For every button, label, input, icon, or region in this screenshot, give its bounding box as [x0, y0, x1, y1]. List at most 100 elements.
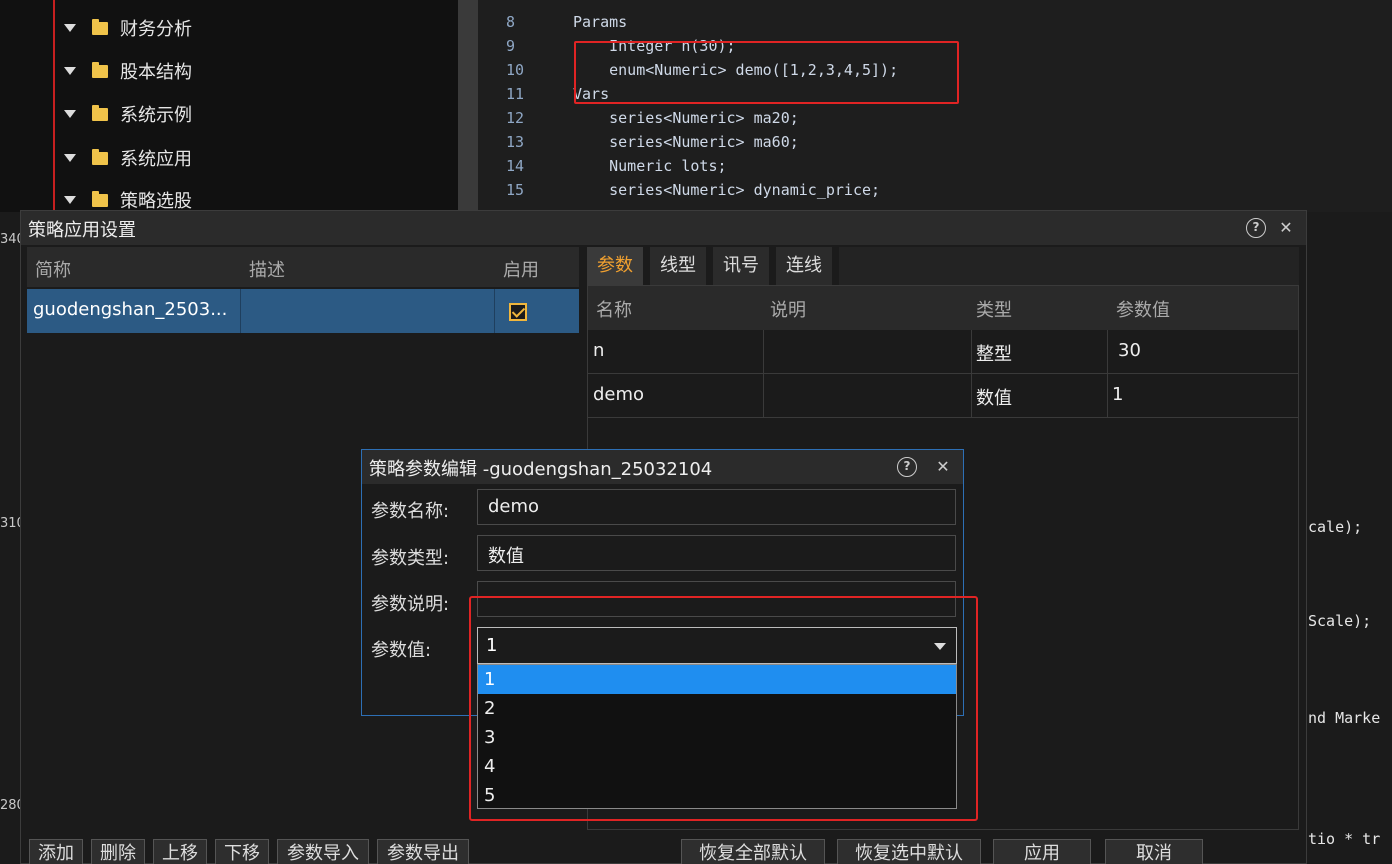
param-type-field[interactable]: 数值: [477, 535, 956, 571]
param-type-value: 数值: [488, 546, 524, 567]
restore-all-defaults-button[interactable]: 恢复全部默认: [681, 839, 825, 864]
cell-type: 数值: [972, 374, 1108, 418]
line-number: 12: [506, 109, 525, 127]
col-desc[interactable]: 描述: [249, 256, 285, 282]
enabled-checkbox[interactable]: [509, 303, 527, 321]
code-fragment: nd Marke: [1308, 709, 1381, 727]
close-icon[interactable]: ✕: [933, 457, 953, 477]
param-value-label: 参数值:: [371, 640, 432, 661]
tab-connections[interactable]: 连线: [776, 247, 832, 285]
expand-arrow-icon[interactable]: [64, 67, 76, 75]
move-down-button[interactable]: 下移: [215, 839, 269, 864]
help-icon[interactable]: ?: [897, 457, 917, 477]
code-text: Numeric lots;: [573, 157, 727, 175]
apply-button[interactable]: 应用: [993, 839, 1091, 864]
params-table-header: 名称 说明 类型 参数值: [588, 286, 1298, 330]
tree-item-finance[interactable]: 财务分析: [64, 8, 192, 48]
dialog-titlebar[interactable]: 策略应用设置 ? ✕: [21, 211, 1306, 245]
param-type: 整型: [976, 344, 1012, 365]
folder-icon: [92, 18, 108, 35]
line-number: 9: [506, 37, 516, 55]
delete-button[interactable]: 删除: [91, 839, 145, 864]
code-text: series<Numeric> ma60;: [573, 133, 799, 151]
dialog-title: 策略应用设置: [28, 220, 136, 241]
line-number: 8: [506, 13, 516, 31]
code-fragment: cale);: [1308, 518, 1363, 536]
move-up-button[interactable]: 上移: [153, 839, 207, 864]
code-editor[interactable]: 8 Params 9 Integer n(30); 10 enum<Numeric…: [478, 0, 1392, 212]
help-icon[interactable]: ?: [1246, 218, 1266, 238]
folder-icon: [92, 148, 108, 165]
tree-item-equity[interactable]: 股本结构: [64, 51, 192, 91]
tree-item-label: 股本结构: [120, 62, 192, 83]
code-fragment: tio * tr: [1308, 830, 1381, 848]
param-type-label: 参数类型:: [371, 548, 450, 569]
line-number: 10: [506, 61, 525, 79]
strategy-row[interactable]: guodengshan_2503...: [27, 289, 579, 333]
tab-bar: 参数 线型 讯号 连线: [587, 247, 1299, 285]
tree-guide-line: [53, 0, 55, 212]
cell-type: 整型: [972, 330, 1108, 374]
cell-value[interactable]: 1: [1108, 374, 1300, 418]
strategy-abbr: guodengshan_2503...: [33, 299, 228, 320]
cancel-button[interactable]: 取消: [1105, 839, 1203, 864]
strategy-tree: 财务分析 股本结构 系统示例 系统应用 策略选股: [0, 0, 458, 212]
folder-icon: [92, 104, 108, 121]
table-row[interactable]: n 整型 30: [588, 330, 1298, 374]
tab-line-style[interactable]: 线型: [650, 247, 706, 285]
col-name[interactable]: 名称: [596, 296, 632, 322]
expand-arrow-icon[interactable]: [64, 154, 76, 162]
panel-splitter[interactable]: [458, 0, 478, 212]
param-name: n: [593, 340, 605, 361]
col-value[interactable]: 参数值: [1116, 296, 1170, 322]
cell-value[interactable]: 30: [1108, 330, 1300, 374]
cell-note: [764, 330, 972, 374]
param-type: 数值: [976, 388, 1012, 409]
expand-arrow-icon[interactable]: [64, 110, 76, 118]
col-note[interactable]: 说明: [770, 296, 806, 322]
cell-name: n: [588, 330, 764, 374]
dialog-title: 策略参数编辑 -guodengshan_25032104: [369, 459, 713, 480]
expand-arrow-icon[interactable]: [64, 196, 76, 204]
cell-name: demo: [588, 374, 764, 418]
export-params-button[interactable]: 参数导出: [377, 839, 469, 864]
cell-desc: [241, 289, 495, 333]
tree-item-apps[interactable]: 系统应用: [64, 138, 192, 178]
table-row[interactable]: demo 数值 1: [588, 374, 1298, 418]
param-desc-label: 参数说明:: [371, 594, 450, 615]
tab-bar-fill: [839, 247, 1299, 285]
tab-params[interactable]: 参数: [587, 247, 643, 285]
param-name-value: demo: [488, 496, 540, 517]
tree-item-label: 系统应用: [120, 149, 192, 170]
param-name: demo: [593, 384, 645, 405]
param-value: 30: [1118, 340, 1141, 361]
code-fragment: Scale);: [1308, 612, 1372, 630]
close-icon[interactable]: ✕: [1276, 218, 1296, 238]
line-number: 15: [506, 181, 525, 199]
highlight-box-params: [574, 41, 959, 104]
line-number: 14: [506, 157, 525, 175]
tree-item-examples[interactable]: 系统示例: [64, 94, 192, 134]
import-params-button[interactable]: 参数导入: [277, 839, 369, 864]
folder-icon: [92, 190, 108, 207]
col-enabled[interactable]: 启用: [503, 256, 539, 282]
param-name-field[interactable]: demo: [477, 489, 956, 525]
code-text: series<Numeric> ma20;: [573, 109, 799, 127]
cell-note: [764, 374, 972, 418]
tree-item-label: 财务分析: [120, 19, 192, 40]
col-abbr[interactable]: 简称: [35, 256, 71, 282]
line-number: 13: [506, 133, 525, 151]
tree-item-label: 系统示例: [120, 105, 192, 126]
col-type[interactable]: 类型: [976, 296, 1012, 322]
cell-abbr: guodengshan_2503...: [27, 289, 241, 333]
dialog-titlebar[interactable]: 策略参数编辑 -guodengshan_25032104 ? ✕: [362, 450, 963, 484]
restore-selected-defaults-button[interactable]: 恢复选中默认: [837, 839, 981, 864]
param-name-label: 参数名称:: [371, 501, 450, 522]
code-text: series<Numeric> dynamic_price;: [573, 181, 881, 199]
line-number: 11: [506, 85, 525, 103]
highlight-box-dropdown: [469, 596, 978, 821]
expand-arrow-icon[interactable]: [64, 24, 76, 32]
strategy-list-header: 简称 描述 启用: [27, 247, 579, 287]
add-button[interactable]: 添加: [29, 839, 83, 864]
tab-signals[interactable]: 讯号: [713, 247, 769, 285]
